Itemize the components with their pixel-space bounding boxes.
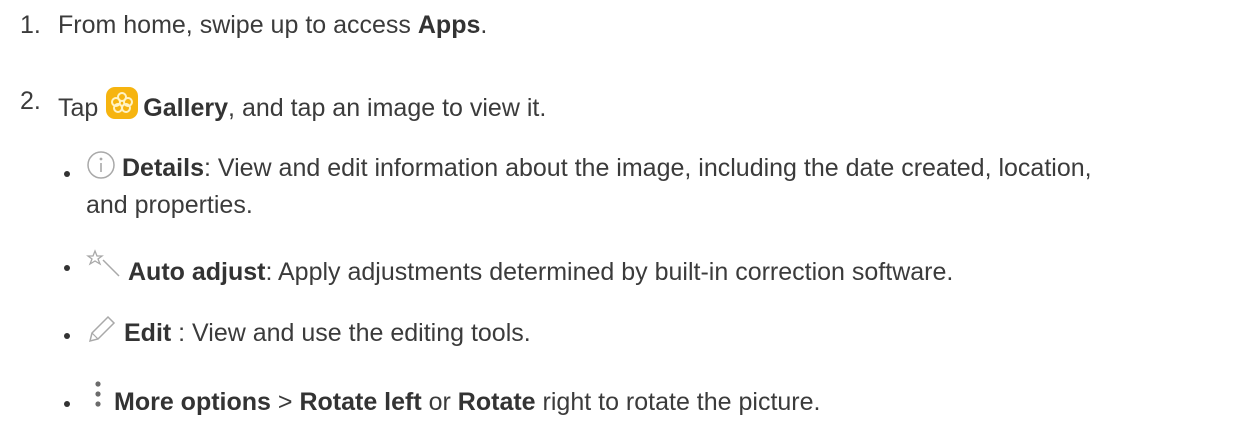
rotate-desc: right to rotate the picture. — [535, 388, 821, 416]
step-prefix: From home, swipe up to access — [58, 11, 418, 39]
bullet-dot — [64, 401, 70, 407]
more-options-icon — [94, 380, 102, 419]
step-number: 2. — [20, 87, 41, 115]
step-suffix: , and tap an image to view it. — [228, 94, 547, 122]
gallery-label: Gallery — [143, 94, 229, 122]
bullet-text: Edit : View and use the editing tools. — [86, 313, 531, 354]
bullet-text: More options > Rotate left or Rotate rig… — [86, 380, 820, 419]
more-options-label: More options — [114, 388, 271, 416]
details-desc: : View and edit information about the im… — [203, 154, 1092, 182]
apps-label: Apps — [417, 11, 481, 39]
step-suffix: . — [480, 11, 488, 39]
edit-label: Edit — [124, 319, 172, 347]
step-number: 1. — [20, 11, 41, 39]
gallery-icon — [105, 86, 139, 127]
bullet-dot — [64, 171, 70, 177]
info-icon — [86, 150, 116, 189]
magic-wand-icon — [86, 248, 122, 287]
auto-adjust-desc: : Apply adjustments determined by built-… — [265, 258, 954, 286]
rotate-left-label: Rotate left — [299, 388, 422, 416]
edit-desc: : View and use the editing tools. — [171, 319, 531, 347]
separator: > — [270, 388, 300, 416]
pencil-icon — [86, 313, 118, 354]
rotate-label: Rotate — [457, 388, 536, 416]
bullet-text: Auto adjust: Apply adjustments determine… — [86, 248, 953, 289]
auto-adjust-label: Auto adjust — [128, 258, 266, 286]
details-label: Details — [122, 154, 204, 182]
step-text: Tap Gallery, and tap an image to view it… — [58, 86, 546, 127]
or-text: or — [421, 388, 458, 416]
bullet-dot — [64, 333, 70, 339]
bullet-text: Details: View and edit information about… — [86, 150, 1092, 189]
step-text: From home, swipe up to access Apps. — [58, 10, 487, 40]
details-desc-continued: and properties. — [86, 191, 253, 219]
bullet-dot — [64, 265, 70, 271]
step-prefix: Tap — [58, 94, 106, 122]
